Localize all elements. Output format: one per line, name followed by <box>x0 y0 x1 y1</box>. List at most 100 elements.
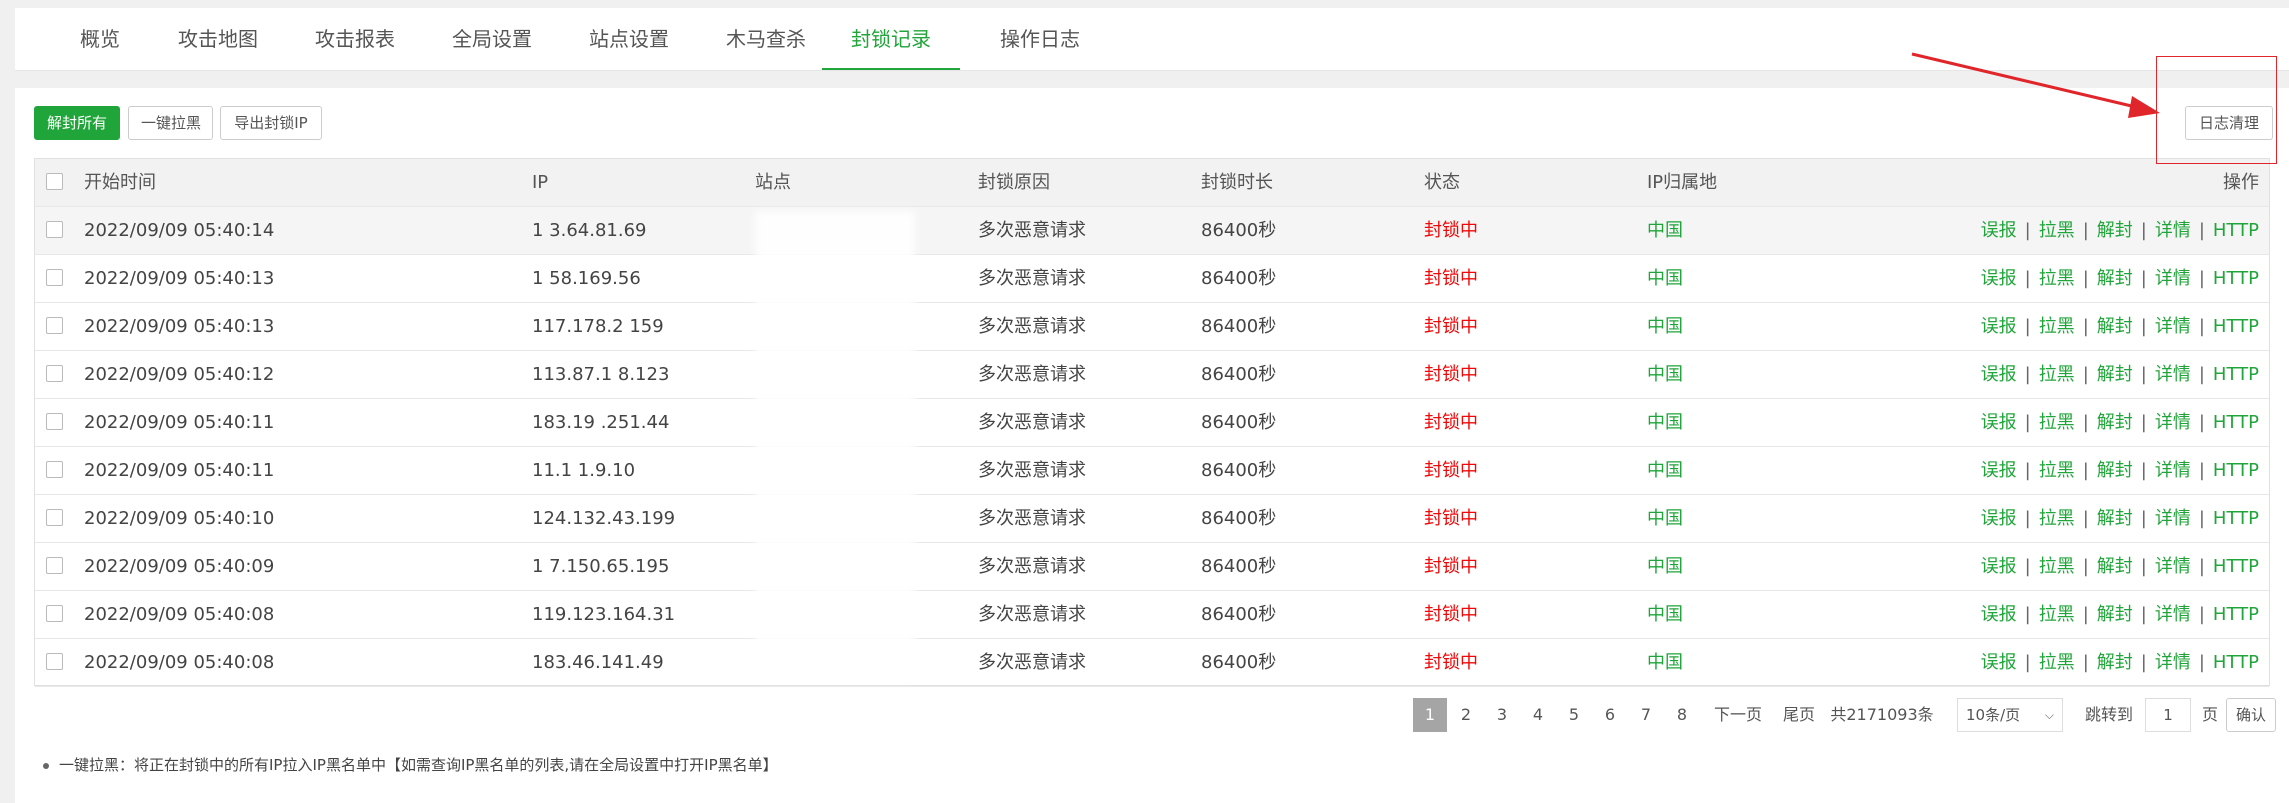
http-link[interactable]: HTTP <box>2213 412 2259 433</box>
http-link[interactable]: HTTP <box>2213 652 2259 673</box>
http-link[interactable]: HTTP <box>2213 268 2259 289</box>
row-checkbox[interactable] <box>46 557 63 574</box>
page-1[interactable]: 1 <box>1413 698 1447 732</box>
cell-ip-location: 中国 <box>1647 460 1683 481</box>
tab-global-settings[interactable]: 全局设置 <box>435 8 549 70</box>
blacklist-link[interactable]: 拉黑 <box>2039 412 2075 433</box>
unblock-link[interactable]: 解封 <box>2097 604 2133 625</box>
report-false-positive-link[interactable]: 误报 <box>1981 412 2017 433</box>
export-blocked-ip-button[interactable]: 导出封锁IP <box>220 106 322 140</box>
row-checkbox[interactable] <box>46 317 63 334</box>
blacklist-all-button[interactable]: 一键拉黑 <box>128 106 213 140</box>
details-link[interactable]: 详情 <box>2155 220 2191 241</box>
details-link[interactable]: 详情 <box>2155 508 2191 529</box>
tab-attack-map[interactable]: 攻击地图 <box>161 8 275 70</box>
jump-confirm-button[interactable]: 确认 <box>2226 698 2276 732</box>
unblock-link[interactable]: 解封 <box>2097 652 2133 673</box>
http-link[interactable]: HTTP <box>2213 508 2259 529</box>
details-link[interactable]: 详情 <box>2155 652 2191 673</box>
unblock-link[interactable]: 解封 <box>2097 556 2133 577</box>
tab-operation-log[interactable]: 操作日志 <box>983 8 1097 70</box>
unblock-link[interactable]: 解封 <box>2097 364 2133 385</box>
page-6[interactable]: 6 <box>1593 698 1627 732</box>
page-8[interactable]: 8 <box>1665 698 1699 732</box>
blacklist-link[interactable]: 拉黑 <box>2039 604 2075 625</box>
next-page-button[interactable]: 下一页 <box>1705 698 1771 732</box>
row-checkbox[interactable] <box>46 509 63 526</box>
blacklist-link[interactable]: 拉黑 <box>2039 364 2075 385</box>
blacklist-link[interactable]: 拉黑 <box>2039 220 2075 241</box>
report-false-positive-link[interactable]: 误报 <box>1981 316 2017 337</box>
row-checkbox[interactable] <box>46 365 63 382</box>
report-false-positive-link[interactable]: 误报 <box>1981 364 2017 385</box>
http-link[interactable]: HTTP <box>2213 604 2259 625</box>
row-checkbox[interactable] <box>46 269 63 286</box>
blacklist-link[interactable]: 拉黑 <box>2039 268 2075 289</box>
cell-start-time: 2022/09/09 05:40:12 <box>84 364 275 385</box>
tab-overview[interactable]: 概览 <box>55 8 145 70</box>
blacklist-link[interactable]: 拉黑 <box>2039 652 2075 673</box>
page-size-value: 10条/页 <box>1966 706 2021 724</box>
page-4[interactable]: 4 <box>1521 698 1555 732</box>
unblock-link[interactable]: 解封 <box>2097 220 2133 241</box>
details-link[interactable]: 详情 <box>2155 268 2191 289</box>
details-link[interactable]: 详情 <box>2155 412 2191 433</box>
header-reason: 封锁原因 <box>978 172 1050 193</box>
report-false-positive-link[interactable]: 误报 <box>1981 604 2017 625</box>
table-row: 2022/09/09 05:40:08 119.123.164.31 多次恶意请求 8… <box>35 591 2269 639</box>
report-false-positive-link[interactable]: 误报 <box>1981 508 2017 529</box>
details-link[interactable]: 详情 <box>2155 604 2191 625</box>
main-panel: 解封所有 一键拉黑 导出封锁IP 日志清理 开始时间 IP 站点 封锁原因 封锁… <box>15 88 2289 803</box>
report-false-positive-link[interactable]: 误报 <box>1981 220 2017 241</box>
report-false-positive-link[interactable]: 误报 <box>1981 460 2017 481</box>
unblock-link[interactable]: 解封 <box>2097 316 2133 337</box>
report-false-positive-link[interactable]: 误报 <box>1981 268 2017 289</box>
cell-start-time: 2022/09/09 05:40:08 <box>84 652 275 673</box>
row-checkbox[interactable] <box>46 605 63 622</box>
http-link[interactable]: HTTP <box>2213 220 2259 241</box>
unblock-all-button[interactable]: 解封所有 <box>34 106 120 140</box>
details-link[interactable]: 详情 <box>2155 316 2191 337</box>
unblock-link[interactable]: 解封 <box>2097 508 2133 529</box>
blacklist-link[interactable]: 拉黑 <box>2039 556 2075 577</box>
page-2[interactable]: 2 <box>1449 698 1483 732</box>
http-link[interactable]: HTTP <box>2213 460 2259 481</box>
cell-start-time: 2022/09/09 05:40:10 <box>84 508 275 529</box>
page-size-select[interactable]: 10条/页 ⌵ <box>1957 698 2063 732</box>
report-false-positive-link[interactable]: 误报 <box>1981 652 2017 673</box>
page-5[interactable]: 5 <box>1557 698 1591 732</box>
tab-site-settings[interactable]: 站点设置 <box>572 8 686 70</box>
blacklist-link[interactable]: 拉黑 <box>2039 460 2075 481</box>
blacklist-link[interactable]: 拉黑 <box>2039 316 2075 337</box>
cell-status: 封锁中 <box>1424 508 1478 529</box>
http-link[interactable]: HTTP <box>2213 364 2259 385</box>
row-checkbox[interactable] <box>46 461 63 478</box>
row-checkbox[interactable] <box>46 413 63 430</box>
unblock-link[interactable]: 解封 <box>2097 460 2133 481</box>
tab-attack-report[interactable]: 攻击报表 <box>298 8 412 70</box>
tab-block-records[interactable]: 封锁记录 <box>822 8 960 70</box>
page-7[interactable]: 7 <box>1629 698 1663 732</box>
header-ip-location: IP归属地 <box>1647 172 1718 193</box>
http-link[interactable]: HTTP <box>2213 556 2259 577</box>
report-false-positive-link[interactable]: 误报 <box>1981 556 2017 577</box>
details-link[interactable]: 详情 <box>2155 556 2191 577</box>
tab-trojan-scan[interactable]: 木马查杀 <box>709 8 823 70</box>
cell-start-time: 2022/09/09 05:40:13 <box>84 316 275 337</box>
jump-page-input[interactable] <box>2145 698 2191 732</box>
cell-reason: 多次恶意请求 <box>978 268 1086 289</box>
details-link[interactable]: 详情 <box>2155 460 2191 481</box>
unblock-link[interactable]: 解封 <box>2097 412 2133 433</box>
action-separator: | <box>2082 364 2089 385</box>
page-3[interactable]: 3 <box>1485 698 1519 732</box>
action-separator: | <box>2024 604 2031 625</box>
select-all-checkbox[interactable] <box>46 173 63 190</box>
blacklist-link[interactable]: 拉黑 <box>2039 508 2075 529</box>
unblock-link[interactable]: 解封 <box>2097 268 2133 289</box>
row-checkbox[interactable] <box>46 653 63 670</box>
action-separator: | <box>2024 652 2031 673</box>
row-checkbox[interactable] <box>46 221 63 238</box>
http-link[interactable]: HTTP <box>2213 316 2259 337</box>
last-page-button[interactable]: 尾页 <box>1775 698 1823 732</box>
details-link[interactable]: 详情 <box>2155 364 2191 385</box>
